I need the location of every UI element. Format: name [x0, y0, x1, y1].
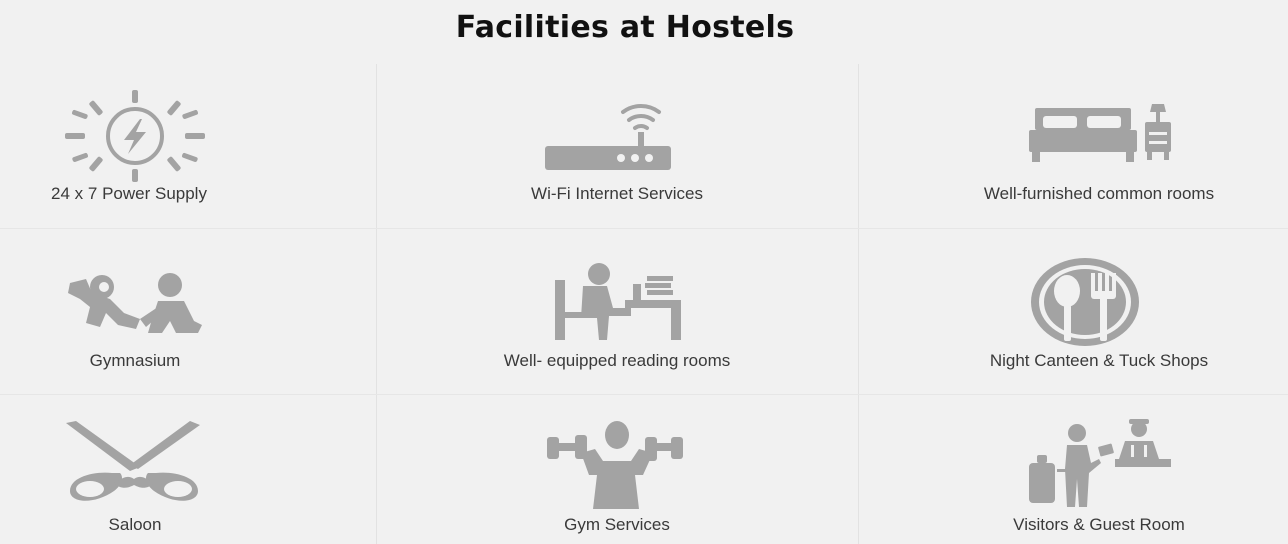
dumbbell-lifter-icon	[543, 419, 689, 509]
bed-icon	[1029, 104, 1179, 166]
facility-card-reading-rooms: Well- equipped reading rooms	[377, 229, 858, 394]
page-title: Facilities at Hostels	[455, 10, 795, 45]
facility-label: Visitors & Guest Room	[1013, 515, 1185, 534]
facility-card-canteen: Night Canteen & Tuck Shops	[859, 229, 1288, 394]
facility-card-common-rooms: Well-furnished common rooms	[859, 64, 1288, 228]
plate-cutlery-icon	[1029, 257, 1141, 347]
exercise-people-icon	[66, 273, 206, 341]
facility-label: Well- equipped reading rooms	[503, 351, 731, 370]
scissors-mustache-icon	[64, 421, 204, 507]
facility-label: Gymnasium	[89, 351, 181, 370]
facility-label: 24 x 7 Power Supply	[51, 184, 207, 203]
sun-bolt-icon	[60, 90, 210, 182]
facilities-grid: 24 x 7 Power Supply Wi-Fi Internet Servi…	[0, 64, 1288, 544]
wifi-router-icon	[545, 94, 675, 174]
facility-label: Gym Services	[564, 515, 670, 534]
facility-card-gym-services: Gym Services	[377, 395, 858, 544]
facility-label: Well-furnished common rooms	[983, 184, 1215, 203]
facility-label: Wi-Fi Internet Services	[531, 184, 703, 203]
facility-card-gymnasium: Gymnasium	[0, 229, 376, 394]
facility-card-power-supply: 24 x 7 Power Supply	[0, 64, 376, 228]
reception-guest-icon	[1025, 419, 1175, 507]
facility-label: Night Canteen & Tuck Shops	[989, 351, 1209, 370]
facility-label: Saloon	[108, 515, 162, 534]
reading-desk-icon	[555, 262, 681, 340]
facility-card-visitors: Visitors & Guest Room	[859, 395, 1288, 544]
facility-card-wifi: Wi-Fi Internet Services	[377, 64, 858, 228]
facility-card-saloon: Saloon	[0, 395, 376, 544]
